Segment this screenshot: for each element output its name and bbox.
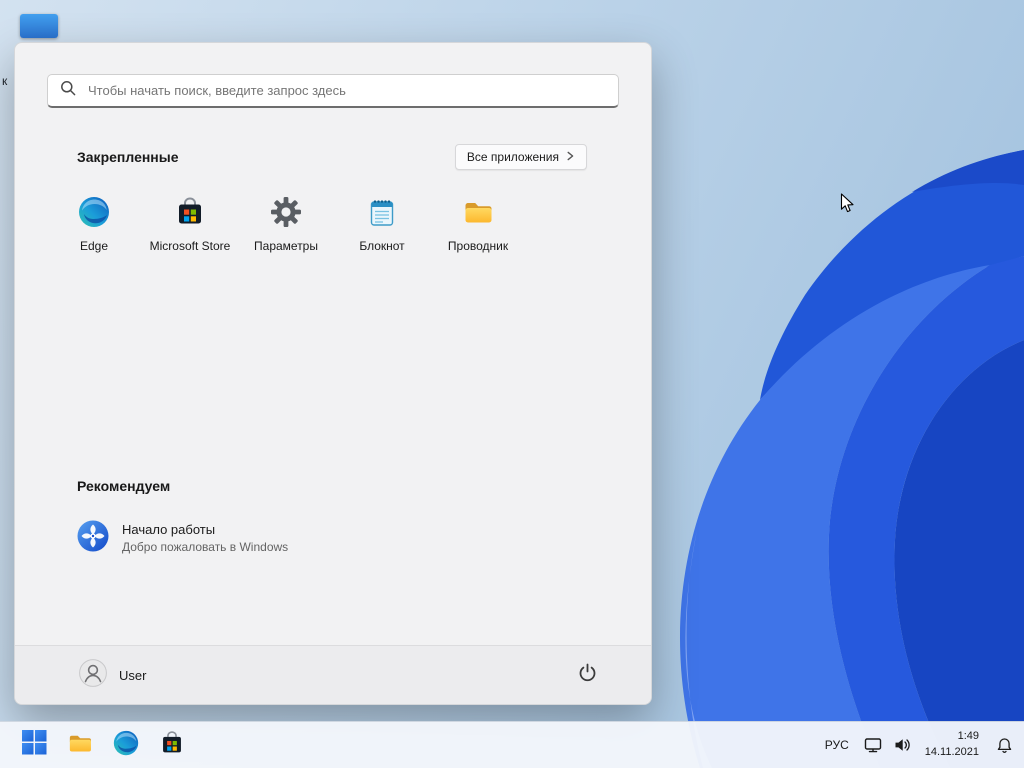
edge-icon [113,730,139,761]
settings-gear-icon [270,196,302,233]
taskbar: РУС 1:49 14.11.2021 [0,721,1024,768]
pinned-app-label: Edge [80,240,108,254]
all-apps-button[interactable]: Все приложения [455,144,587,170]
power-button[interactable] [571,659,603,691]
taskbar-edge-button[interactable] [106,725,146,765]
recommended-item-title: Начало работы [122,522,288,537]
taskbar-store-button[interactable] [152,725,192,765]
pinned-app-edge[interactable]: Edge [46,196,142,254]
taskbar-file-explorer-button[interactable] [60,725,100,765]
desktop-icon-label-fragment: к [2,74,7,88]
desktop: к Закрепленные Все приложения [0,0,1024,768]
pinned-app-label: Параметры [254,240,318,254]
pinned-section-title: Закрепленные [77,149,179,165]
pinned-app-file-explorer[interactable]: Проводник [430,196,526,254]
clock-time: 1:49 [925,729,979,745]
background-window-fragment[interactable] [20,14,58,38]
notification-bell-icon[interactable] [988,731,1020,759]
language-switcher[interactable]: РУС [816,738,858,752]
recommended-item-get-started[interactable]: Начало работы Добро пожаловать в Windows [77,520,587,557]
pinned-app-label: Блокнот [359,240,404,254]
clock-date: 14.11.2021 [925,745,979,761]
mouse-cursor [840,193,855,219]
volume-icon[interactable] [889,731,916,759]
edge-icon [78,196,110,233]
power-icon [578,663,597,687]
user-avatar-icon [79,659,107,692]
start-menu: Закрепленные Все приложения [14,42,652,705]
pinned-app-microsoft-store[interactable]: Microsoft Store [142,196,238,254]
user-name-label: User [119,668,146,683]
pinned-app-settings[interactable]: Параметры [238,196,334,254]
recommended-item-subtitle: Добро пожаловать в Windows [122,540,288,554]
user-button[interactable]: User [79,659,146,692]
microsoft-store-icon [174,196,206,233]
start-search-box[interactable] [47,74,619,108]
taskbar-app-icons [14,725,192,765]
start-search-input[interactable] [86,82,606,99]
start-button[interactable] [14,725,54,765]
get-started-icon [77,520,109,557]
pinned-app-label: Microsoft Store [150,240,231,254]
pinned-app-notepad[interactable]: Блокнот [334,196,430,254]
chevron-right-icon [566,150,575,164]
windows-logo-icon [22,730,47,760]
file-explorer-icon [462,196,494,233]
start-menu-footer: User [15,645,651,704]
pinned-apps-grid: Edge Microsoft Store [46,196,651,254]
pinned-app-label: Проводник [448,240,508,254]
taskbar-clock[interactable]: 1:49 14.11.2021 [918,729,986,761]
system-tray: РУС 1:49 14.11.2021 [816,722,1020,768]
notepad-icon [366,196,398,233]
microsoft-store-icon [159,730,185,761]
all-apps-button-label: Все приложения [467,150,559,164]
file-explorer-icon [67,730,93,761]
search-icon [60,80,76,101]
recommended-section-title: Рекомендуем [77,478,170,494]
network-icon[interactable] [860,731,887,759]
